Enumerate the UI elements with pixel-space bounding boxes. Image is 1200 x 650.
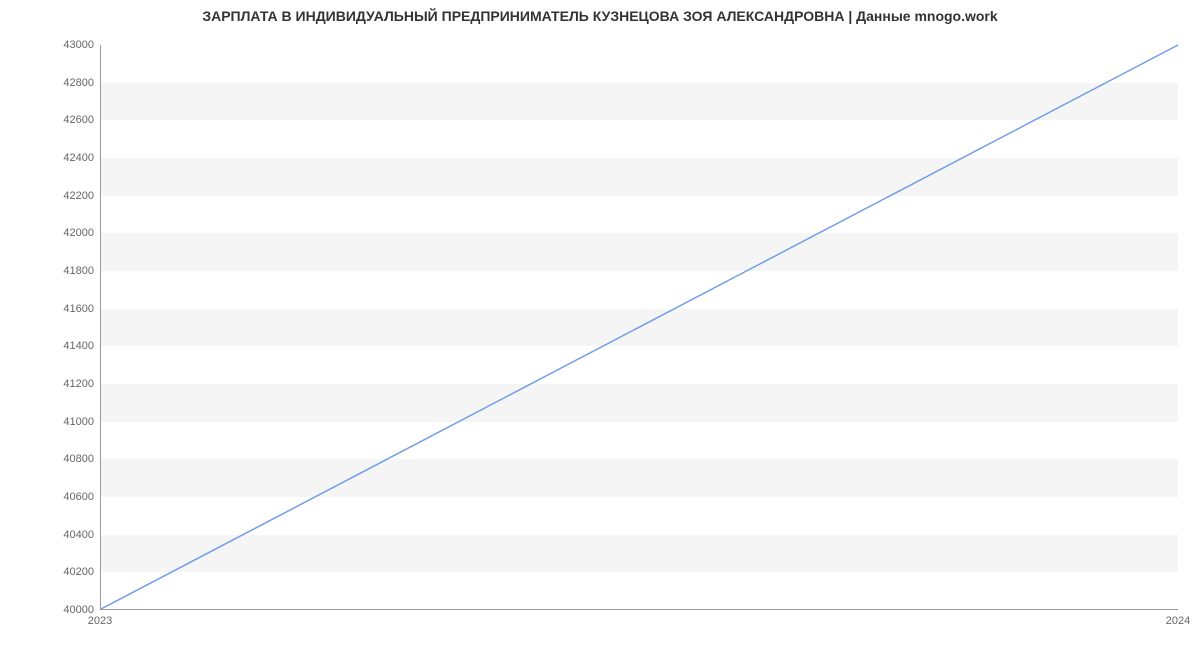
x-tick-label: 2024 [1166, 615, 1190, 627]
y-tick-label: 41000 [4, 416, 94, 428]
y-tick-label: 42800 [4, 77, 94, 89]
chart-title: ЗАРПЛАТА В ИНДИВИДУАЛЬНЫЙ ПРЕДПРИНИМАТЕЛ… [0, 8, 1200, 24]
y-tick-label: 40600 [4, 491, 94, 503]
y-tick-label: 42000 [4, 227, 94, 239]
y-tick-label: 41800 [4, 265, 94, 277]
y-tick-label: 42200 [4, 190, 94, 202]
y-tick-label: 42400 [4, 152, 94, 164]
y-tick-label: 40800 [4, 453, 94, 465]
data-line [101, 45, 1178, 609]
y-tick-label: 40400 [4, 529, 94, 541]
y-tick-label: 40000 [4, 604, 94, 616]
plot-area [100, 45, 1178, 610]
chart-container: ЗАРПЛАТА В ИНДИВИДУАЛЬНЫЙ ПРЕДПРИНИМАТЕЛ… [0, 0, 1200, 650]
y-tick-label: 41600 [4, 303, 94, 315]
y-tick-label: 40200 [4, 566, 94, 578]
y-tick-label: 41400 [4, 340, 94, 352]
x-tick-label: 2023 [88, 615, 112, 627]
y-tick-label: 42600 [4, 114, 94, 126]
y-tick-label: 41200 [4, 378, 94, 390]
y-tick-label: 43000 [4, 39, 94, 51]
